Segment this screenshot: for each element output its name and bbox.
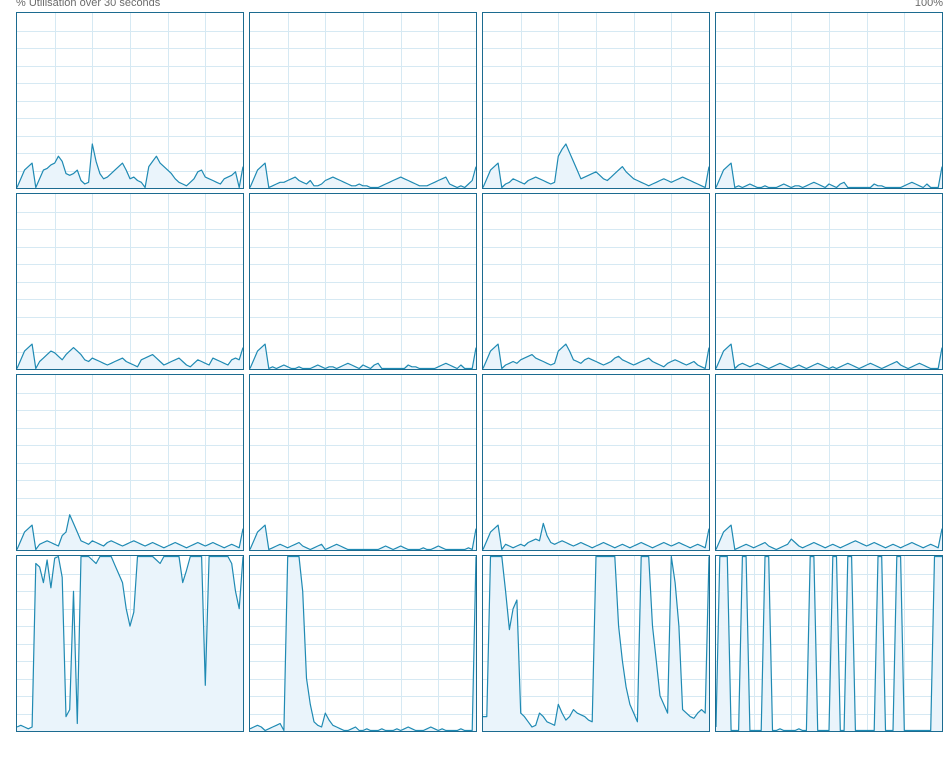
cpu-graph-11[interactable] bbox=[482, 374, 710, 551]
cpu-graph-3[interactable] bbox=[482, 12, 710, 189]
cpu-graph-canvas bbox=[483, 556, 709, 731]
cpu-graph-canvas bbox=[250, 194, 476, 369]
cpu-graph-canvas bbox=[17, 13, 243, 188]
cpu-graph-12[interactable] bbox=[715, 374, 943, 551]
cpu-graph-canvas bbox=[250, 556, 476, 731]
cpu-graph-canvas bbox=[17, 556, 243, 731]
cpu-graph-7[interactable] bbox=[482, 193, 710, 370]
gridlines bbox=[483, 375, 709, 550]
cpu-graph-canvas bbox=[250, 13, 476, 188]
cpu-graph-2[interactable] bbox=[249, 12, 477, 189]
cpu-graph-canvas bbox=[716, 13, 942, 188]
cpu-graph-canvas bbox=[483, 13, 709, 188]
gridlines bbox=[250, 13, 476, 188]
cpu-graph-1[interactable] bbox=[16, 12, 244, 189]
gridlines bbox=[17, 13, 243, 188]
cpu-graph-canvas bbox=[716, 556, 942, 731]
cpu-graph-10[interactable] bbox=[249, 374, 477, 551]
gridlines bbox=[716, 13, 942, 188]
cpu-graph-16[interactable] bbox=[715, 555, 943, 732]
gridlines bbox=[17, 375, 243, 550]
cpu-graph-8[interactable] bbox=[715, 193, 943, 370]
cpu-graph-6[interactable] bbox=[249, 193, 477, 370]
gridlines bbox=[483, 194, 709, 369]
cpu-graph-14[interactable] bbox=[249, 555, 477, 732]
cpu-graph-canvas bbox=[716, 375, 942, 550]
cpu-graph-canvas bbox=[716, 194, 942, 369]
gridlines bbox=[483, 13, 709, 188]
cpu-graph-canvas bbox=[250, 375, 476, 550]
cpu-graph-canvas bbox=[483, 194, 709, 369]
logical-processor-grid bbox=[0, 0, 949, 757]
gridlines bbox=[716, 194, 942, 369]
cpu-graph-canvas bbox=[483, 375, 709, 550]
cpu-graph-15[interactable] bbox=[482, 555, 710, 732]
cpu-graph-13[interactable] bbox=[16, 555, 244, 732]
gridlines bbox=[716, 375, 942, 550]
cpu-graph-5[interactable] bbox=[16, 193, 244, 370]
cpu-graph-canvas bbox=[17, 375, 243, 550]
cpu-graph-9[interactable] bbox=[16, 374, 244, 551]
cpu-graph-canvas bbox=[17, 194, 243, 369]
gridlines bbox=[250, 194, 476, 369]
cpu-graph-4[interactable] bbox=[715, 12, 943, 189]
gridlines bbox=[17, 194, 243, 369]
gridlines bbox=[250, 375, 476, 550]
